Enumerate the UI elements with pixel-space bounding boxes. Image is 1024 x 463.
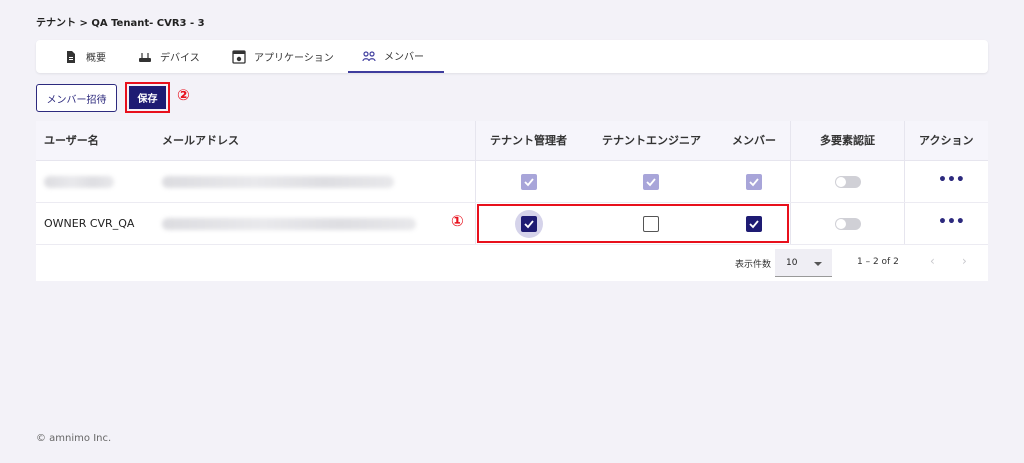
tab-members[interactable]: メンバー: [348, 40, 444, 73]
breadcrumb: テナント > QA Tenant- CVR3 - 3: [36, 18, 205, 29]
rows-per-page-value: 10: [786, 258, 798, 268]
username-cell: OWNER CVR_QA: [44, 217, 135, 230]
save-button[interactable]: 保存: [129, 86, 166, 109]
tab-label: 概要: [86, 53, 106, 64]
tab-applications[interactable]: アプリケーション: [218, 40, 348, 73]
tenant-engineer-checkbox[interactable]: [643, 174, 659, 190]
checkbox-highlight-box: [477, 204, 789, 243]
check-icon: [524, 178, 534, 187]
tab-bar: 概要 デバイス アプリケーション メンバー: [36, 40, 988, 73]
email-redacted: [162, 176, 394, 188]
tenant-admin-checkbox[interactable]: [521, 174, 537, 190]
app-window-icon: [232, 49, 246, 64]
table-header: ユーザー名 メールアドレス テナント管理者 テナントエンジニア メンバー 多要素…: [36, 121, 988, 161]
toggle-knob: [836, 177, 846, 187]
column-header-mfa: 多要素認証: [820, 134, 875, 147]
table-row: •••: [36, 161, 988, 203]
annotation-two: ②: [177, 86, 190, 104]
document-icon: [67, 50, 75, 63]
save-button-highlight: 保存: [125, 82, 170, 113]
column-header-actions: アクション: [919, 134, 974, 147]
tab-label: デバイス: [160, 53, 200, 64]
column-header-member: メンバー: [732, 134, 776, 147]
pagination-range: 1 – 2 of 2: [857, 257, 899, 267]
column-header-username: ユーザー名: [44, 134, 99, 147]
dropdown-arrow-icon: [814, 262, 822, 266]
annotation-one: ①: [451, 212, 464, 230]
check-icon: [749, 178, 759, 187]
pagination: 表示件数 10 1 – 2 of 2 ‹ ›: [36, 245, 988, 281]
tab-overview[interactable]: 概要: [50, 40, 120, 73]
column-header-tenant-admin: テナント管理者: [490, 134, 567, 147]
tab-label: アプリケーション: [254, 53, 334, 64]
check-icon: [646, 178, 656, 187]
rows-per-page-select[interactable]: 10: [775, 249, 832, 277]
rows-per-page-label: 表示件数: [735, 260, 772, 270]
copyright: © amnimo Inc.: [36, 433, 112, 444]
router-icon: [139, 52, 151, 62]
actions-menu-button[interactable]: •••: [938, 173, 965, 187]
member-checkbox[interactable]: [746, 174, 762, 190]
mfa-toggle[interactable]: [835, 176, 861, 188]
column-header-tenant-engineer: テナントエンジニア: [602, 134, 701, 147]
members-table: ユーザー名 メールアドレス テナント管理者 テナントエンジニア メンバー 多要素…: [36, 121, 988, 281]
actions-menu-button[interactable]: •••: [938, 215, 965, 229]
toggle-knob: [836, 219, 846, 229]
tab-devices[interactable]: デバイス: [124, 40, 214, 73]
mfa-toggle[interactable]: [835, 218, 861, 230]
email-redacted: [162, 218, 416, 230]
next-page-button[interactable]: ›: [962, 254, 967, 268]
people-icon: [362, 50, 376, 61]
username-redacted: [44, 176, 114, 188]
column-header-email: メールアドレス: [162, 134, 239, 147]
tab-label: メンバー: [384, 52, 424, 63]
prev-page-button[interactable]: ‹: [930, 254, 935, 268]
invite-member-button[interactable]: メンバー招待: [36, 84, 117, 112]
